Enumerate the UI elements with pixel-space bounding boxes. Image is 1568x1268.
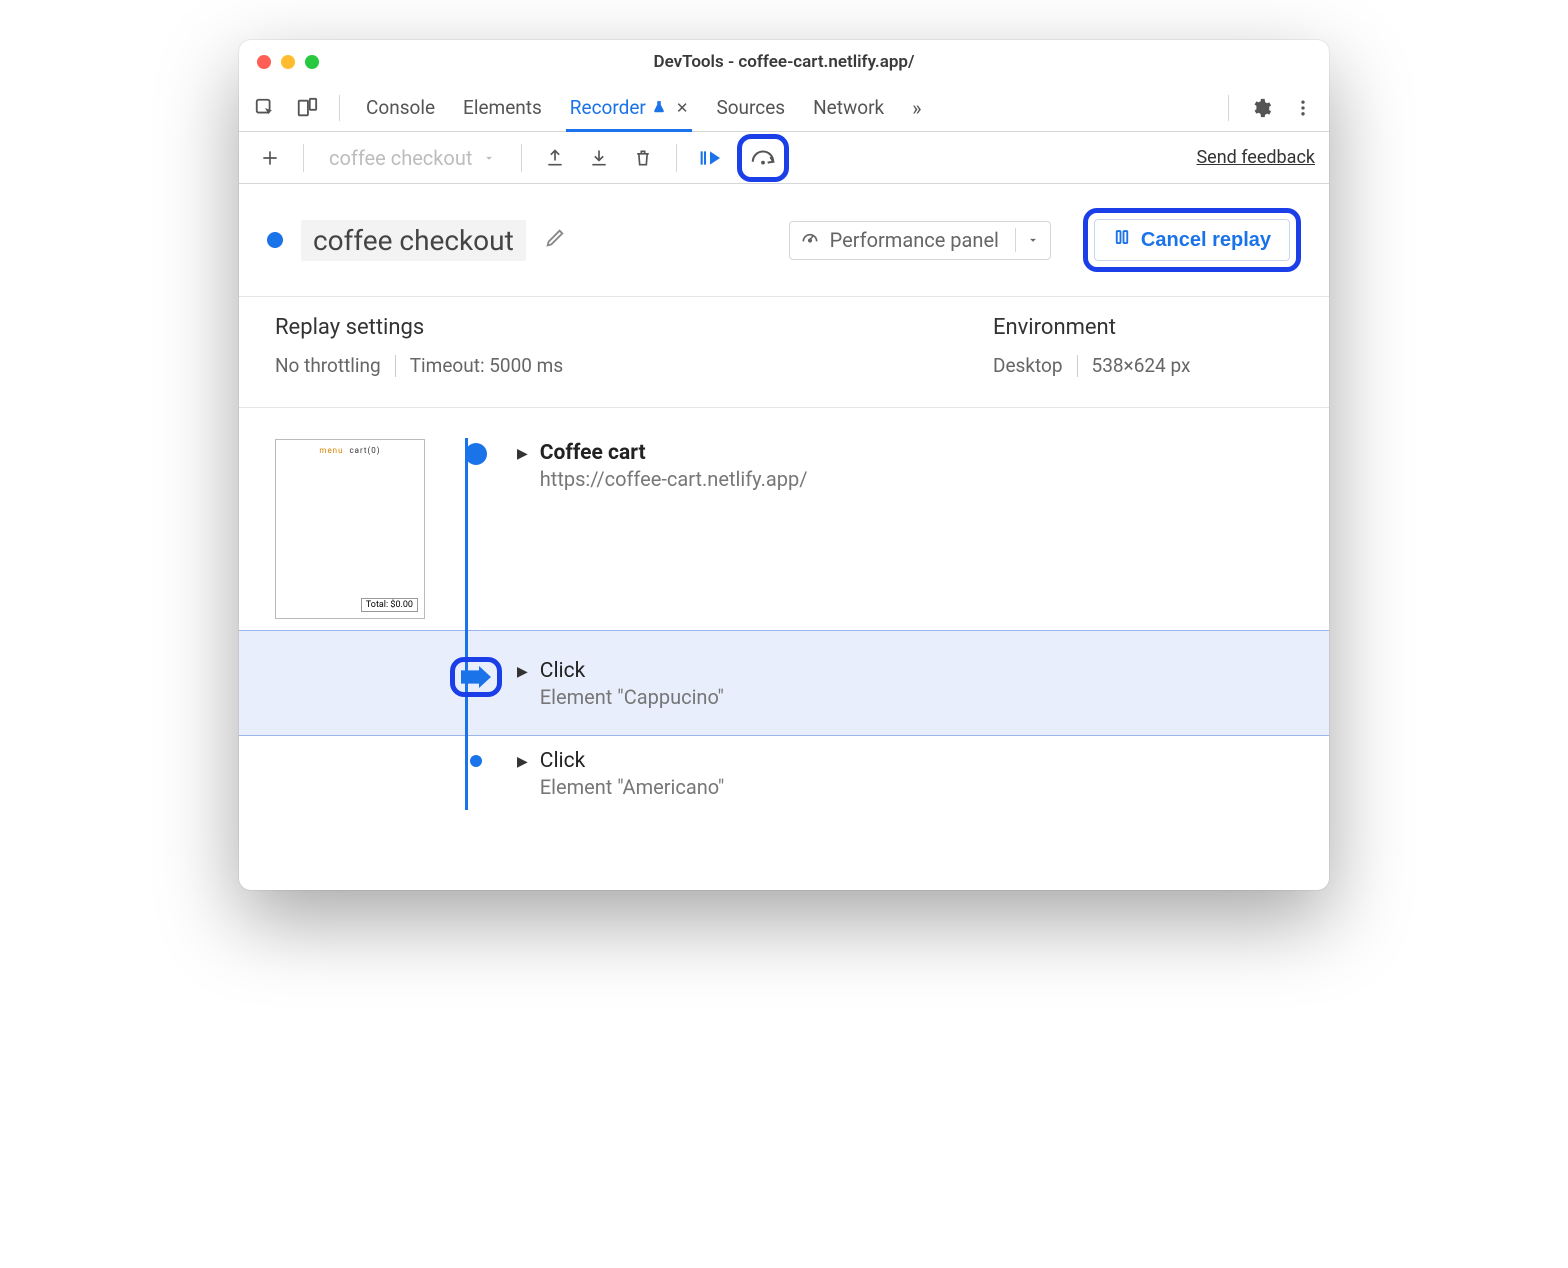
recorder-toolbar: coffee checkout Send feedback [239,132,1329,184]
flask-icon [652,96,666,119]
window-title: DevTools - coffee-cart.netlify.app/ [239,52,1329,72]
titlebar: DevTools - coffee-cart.netlify.app/ [239,40,1329,84]
step-item[interactable]: ▶ Click Element "Americano" [239,736,1329,810]
performance-panel-select[interactable]: Performance panel [789,221,1051,260]
recording-header: coffee checkout Performance panel Cancel… [239,184,1329,297]
separator [1077,355,1078,377]
settings-gear-icon[interactable] [1245,92,1277,124]
step-thumbnail: menu cart(0) Total: $0.00 [275,439,425,619]
separator [339,95,340,121]
tab-elements[interactable]: Elements [463,84,542,132]
replay-settings-section: Replay settings No throttling Timeout: 5… [275,315,913,377]
separator [521,144,522,172]
dimensions-value: 538×624 px [1092,354,1191,377]
tab-recorder[interactable]: Recorder ✕ [570,84,689,132]
more-tabs-icon[interactable]: » [912,96,921,120]
step-subtitle: Element "Americano" [540,775,724,799]
environment-section: Environment Desktop 538×624 px [993,315,1293,377]
traffic-lights [257,55,319,69]
recording-status-dot [267,232,283,248]
cancel-replay-highlight: Cancel replay [1083,208,1301,272]
separator [1228,95,1229,121]
step-over-highlight [737,134,789,182]
expand-caret-icon[interactable]: ▶ [517,664,528,680]
chevron-down-icon [1015,228,1040,252]
timeline-dot [470,755,482,767]
step-title: Click [540,749,724,773]
separator [303,144,304,172]
expand-caret-icon[interactable]: ▶ [517,446,528,462]
throttling-value[interactable]: No throttling [275,354,381,377]
pause-icon [1113,228,1131,252]
export-icon[interactable] [538,141,572,175]
import-icon[interactable] [582,141,616,175]
delete-icon[interactable] [626,141,660,175]
current-step-arrow-icon [461,666,491,688]
replay-settings-heading: Replay settings [275,315,913,340]
close-window-button[interactable] [257,55,271,69]
inspect-element-icon[interactable] [249,92,281,124]
device-value: Desktop [993,354,1063,377]
device-toolbar-icon[interactable] [291,92,323,124]
step-subtitle: Element "Cappucino" [540,685,724,709]
settings-row: Replay settings No throttling Timeout: 5… [239,297,1329,408]
minimize-window-button[interactable] [281,55,295,69]
tab-network[interactable]: Network [813,84,884,132]
recording-title[interactable]: coffee checkout [301,220,526,261]
environment-heading: Environment [993,315,1293,340]
send-feedback-link[interactable]: Send feedback [1196,147,1315,168]
step-over-icon[interactable] [746,141,780,175]
chevron-down-icon [482,146,496,170]
more-menu-icon[interactable] [1287,92,1319,124]
close-tab-icon[interactable]: ✕ [676,99,689,117]
step-title: Click [540,659,724,683]
step-subtitle: https://coffee-cart.netlify.app/ [540,467,808,491]
edit-title-icon[interactable] [544,227,566,253]
devtools-window: DevTools - coffee-cart.netlify.app/ Cons… [239,40,1329,890]
steps-timeline: menu cart(0) Total: $0.00 ▶ Coffee cart … [239,408,1329,810]
separator [676,144,677,172]
speedometer-icon [800,228,820,253]
tab-console[interactable]: Console [366,84,435,132]
timeout-value[interactable]: Timeout: 5000 ms [410,354,563,377]
separator [395,355,396,377]
maximize-window-button[interactable] [305,55,319,69]
recording-selector[interactable]: coffee checkout [320,145,505,171]
expand-caret-icon[interactable]: ▶ [517,754,528,770]
cancel-replay-button[interactable]: Cancel replay [1094,219,1290,261]
current-step-highlight [450,657,502,697]
new-recording-button[interactable] [253,141,287,175]
tab-sources[interactable]: Sources [716,84,785,132]
step-item-current[interactable]: ▶ Click Element "Cappucino" [239,630,1329,736]
replay-step-icon[interactable] [693,141,727,175]
step-title: Coffee cart [540,441,808,465]
devtools-tabstrip: Console Elements Recorder ✕ Sources Netw… [239,84,1329,132]
step-item[interactable]: menu cart(0) Total: $0.00 ▶ Coffee cart … [239,428,1329,630]
timeline-dot [465,443,487,465]
